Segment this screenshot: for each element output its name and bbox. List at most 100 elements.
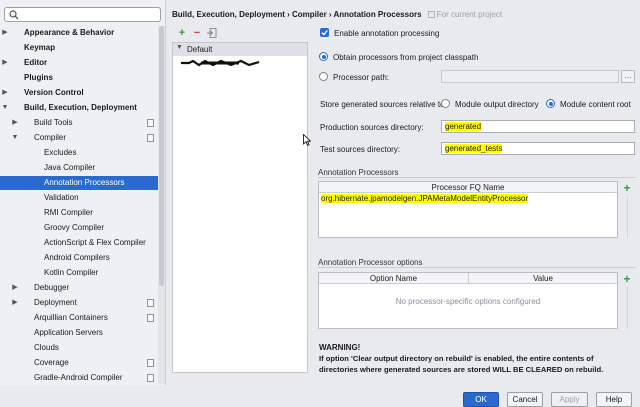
tree-item[interactable]: ▶ Debugger — [0, 281, 158, 295]
move-to-profile-icon[interactable] — [206, 27, 218, 39]
mouse-cursor-icon — [303, 134, 311, 146]
add-profile-icon[interactable]: + — [176, 27, 188, 39]
tree-scroll-thumb[interactable] — [159, 26, 164, 286]
processor-fq-name-header[interactable]: Processor FQ Name — [319, 182, 617, 193]
apply-button[interactable]: Apply — [551, 392, 588, 407]
section-divider — [318, 177, 636, 178]
cancel-button[interactable]: Cancel — [507, 392, 543, 407]
tree-item[interactable]: Excludes — [0, 146, 158, 160]
tree-item-label: Groovy Compiler — [44, 223, 105, 232]
tree-item[interactable]: Gradle-Android Compiler — [0, 371, 158, 385]
warning-title: WARNING! — [319, 343, 361, 352]
tree-item[interactable]: Annotation Processors — [0, 176, 158, 190]
production-sources-label: Production sources directory: — [320, 123, 424, 132]
processor-options-section-title: Annotation Processor options — [318, 258, 423, 267]
tree-item[interactable]: Arquillian Containers — [0, 311, 158, 325]
processors-table[interactable]: Processor FQ Name org.hibernate.jpamodel… — [318, 181, 618, 238]
for-project-label: For current project — [436, 10, 503, 19]
tree-item[interactable]: Application Servers — [0, 326, 158, 340]
tree-item-label: Gradle-Android Compiler — [34, 373, 123, 382]
tree-item-label: Editor — [24, 58, 48, 67]
remove-profile-icon[interactable]: − — [191, 27, 203, 39]
processor-path-radio[interactable] — [319, 72, 328, 81]
tree-item[interactable]: Kotlin Compiler — [0, 266, 158, 280]
tree-item-label: Debugger — [34, 283, 70, 292]
option-value-header[interactable]: Value — [469, 273, 617, 284]
obtain-from-classpath-radio[interactable] — [319, 52, 328, 61]
processor-path-field[interactable] — [441, 70, 619, 83]
tree-item[interactable]: ▶ Appearance & Behavior — [0, 26, 158, 40]
tree-item[interactable]: ▼ Build, Execution, Deployment — [0, 101, 158, 115]
profiles-list[interactable]: ▼ Default — [172, 42, 308, 373]
tree-item[interactable]: ▶ Version Control — [0, 86, 158, 100]
module-content-root-radio[interactable] — [546, 99, 555, 108]
tree-item[interactable]: Keymap — [0, 41, 158, 55]
redacted-module-scribble — [181, 59, 260, 67]
tree-item[interactable]: Validation — [0, 191, 158, 205]
tree-item[interactable]: Android Compilers — [0, 251, 158, 265]
tree-item-label: Annotation Processors — [44, 178, 125, 187]
tree-item-label: Java Compiler — [44, 163, 96, 172]
processor-path-label: Processor path: — [333, 73, 390, 82]
tree-scrollbar[interactable] — [158, 26, 165, 384]
enable-annotation-processing-checkbox[interactable] — [320, 28, 329, 37]
tree-item-label: Deployment — [34, 298, 77, 307]
help-button[interactable]: Help — [596, 392, 632, 407]
profile-default[interactable]: ▼ Default — [173, 43, 307, 56]
tree-item-label: ActionScript & Flex Compiler — [44, 238, 146, 247]
tree-item-label: Android Compilers — [44, 253, 110, 262]
tree-item[interactable]: ▶ Deployment — [0, 296, 158, 310]
browse-button[interactable]: ... — [621, 70, 635, 83]
checkmark-icon — [321, 29, 328, 36]
table-row[interactable]: org.hibernate.jpamodelgen.JPAMetaModelEn… — [321, 194, 529, 203]
tree-item[interactable]: ▶ Build Tools — [0, 116, 158, 130]
module-output-radio[interactable] — [441, 99, 450, 108]
chevron-right-icon[interactable]: ▶ — [1, 86, 9, 100]
search-icon — [9, 10, 19, 20]
settings-tree-panel: ▶ Appearance & Behavior Keymap ▶ Editor Plugi… — [0, 0, 166, 385]
project-scope-icon — [147, 299, 154, 307]
add-processor-icon[interactable]: + — [621, 182, 633, 194]
tree-item[interactable]: Clouds — [0, 341, 158, 355]
tree-item[interactable]: Coverage — [0, 356, 158, 370]
settings-search-input[interactable] — [4, 7, 161, 22]
options-tool-separator — [627, 287, 628, 329]
annotation-processors-section-title: Annotation Processors — [318, 168, 399, 177]
module-content-root-label: Module content root — [560, 100, 631, 109]
chevron-down-icon[interactable]: ▼ — [11, 131, 19, 145]
tree-item[interactable]: ▶ Editor — [0, 56, 158, 70]
warning-text: If option 'Clear output directory on reb… — [319, 354, 604, 374]
breadcrumb: Build, Execution, Deployment › Compiler … — [172, 10, 502, 19]
enable-annotation-processing-label: Enable annotation processing — [334, 29, 440, 38]
tree-item-label: Plugins — [24, 73, 53, 82]
add-option-icon[interactable]: + — [621, 273, 633, 285]
options-empty-text: No processor-specific options configured — [395, 297, 541, 306]
test-sources-value: generated_tests — [445, 144, 503, 153]
chevron-down-icon[interactable]: ▼ — [176, 44, 183, 51]
option-name-header[interactable]: Option Name — [319, 273, 469, 284]
tree-item[interactable]: ActionScript & Flex Compiler — [0, 236, 158, 250]
project-scope-icon — [427, 11, 435, 18]
project-scope-icon — [147, 374, 154, 382]
tree-item-label: Validation — [44, 193, 79, 202]
tree-item[interactable]: RMI Compiler — [0, 206, 158, 220]
production-sources-field[interactable]: generated — [441, 120, 635, 133]
obtain-from-classpath-label: Obtain processors from project classpath — [333, 53, 479, 62]
chevron-right-icon[interactable]: ▶ — [1, 56, 9, 70]
test-sources-field[interactable]: generated_tests — [441, 142, 635, 155]
production-sources-value: generated — [445, 122, 482, 131]
tree-item[interactable]: Plugins — [0, 71, 158, 85]
tree-item[interactable]: Groovy Compiler — [0, 221, 158, 235]
chevron-right-icon[interactable]: ▶ — [11, 281, 19, 295]
chevron-right-icon[interactable]: ▶ — [11, 116, 19, 130]
tree-item[interactable]: ▼ Compiler — [0, 131, 158, 145]
ok-button[interactable]: OK — [463, 392, 499, 407]
chevron-down-icon[interactable]: ▼ — [1, 101, 9, 115]
tree-item-label: Compiler — [34, 133, 67, 142]
project-scope-icon — [147, 359, 154, 367]
chevron-right-icon[interactable]: ▶ — [11, 296, 19, 310]
chevron-right-icon[interactable]: ▶ — [1, 26, 9, 40]
options-table[interactable]: Option Name Value No processor-specific … — [318, 272, 618, 329]
tree-item-label: Application Servers — [34, 328, 103, 337]
tree-item[interactable]: Java Compiler — [0, 161, 158, 175]
